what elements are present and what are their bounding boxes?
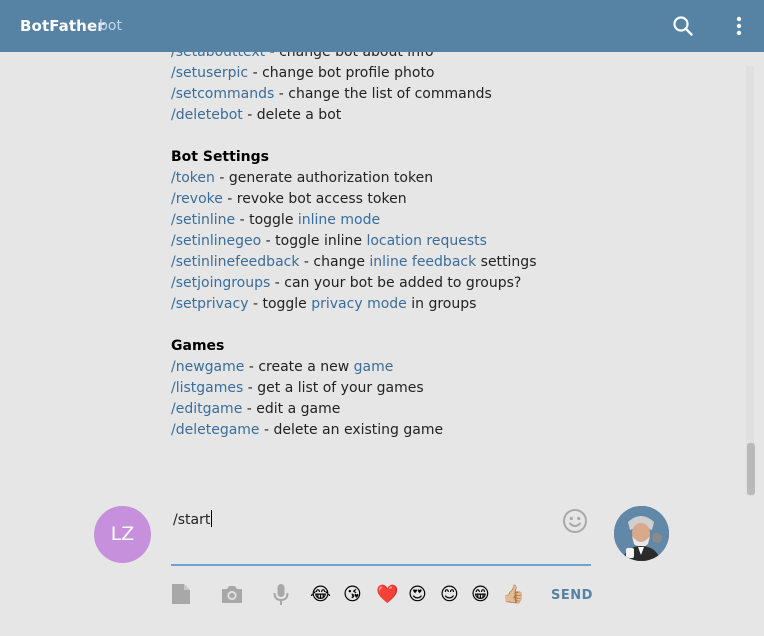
- message-history[interactable]: /setabouttext - change bot about info /s…: [0, 52, 764, 496]
- help-link[interactable]: inline feedback: [369, 254, 476, 270]
- command-line: /setuserpic - change bot profile photo: [171, 65, 435, 81]
- scrollbar-track[interactable]: [746, 66, 754, 496]
- scrollbar-thumb[interactable]: [747, 443, 755, 495]
- command-line: /setinlinegeo - toggle inline location r…: [171, 233, 487, 249]
- emoji-picker-icon[interactable]: [562, 508, 588, 534]
- command-line: /listgames - get a list of your games: [171, 380, 424, 396]
- search-icon[interactable]: [672, 15, 694, 37]
- camera-icon[interactable]: [220, 583, 244, 605]
- help-link[interactable]: inline mode: [298, 212, 380, 228]
- emoji-heart-eyes[interactable]: 😍: [408, 584, 427, 606]
- command-link[interactable]: /newgame: [171, 359, 244, 375]
- command-link[interactable]: /setjoingroups: [171, 275, 270, 291]
- command-link[interactable]: /setabouttext: [171, 52, 265, 60]
- help-link[interactable]: privacy mode: [311, 296, 407, 312]
- command-link[interactable]: /editgame: [171, 401, 242, 417]
- command-link[interactable]: /deletegame: [171, 422, 260, 438]
- command-line: /setabouttext - change bot about info: [171, 52, 536, 63]
- command-line: /setinlinefeedback - change inline feedb…: [171, 254, 537, 270]
- chat-title[interactable]: BotFather: [20, 17, 105, 35]
- command-line: /deletegame - delete an existing game: [171, 422, 444, 438]
- command-line: /token - generate authorization token: [171, 170, 434, 186]
- emoji-blush[interactable]: 😊: [440, 584, 459, 606]
- command-link[interactable]: /deletebot: [171, 107, 243, 123]
- chat-header: BotFather bot: [0, 0, 764, 52]
- command-link[interactable]: /setuserpic: [171, 65, 248, 81]
- composer-toolbar: 😂 😘 ❤️ 😍 😊 😁 👍🏼 SEND: [0, 582, 764, 612]
- command-line: /editgame - edit a game: [171, 401, 341, 417]
- command-link[interactable]: /listgames: [171, 380, 243, 396]
- message-input[interactable]: /start: [171, 506, 591, 566]
- microphone-icon[interactable]: [272, 583, 290, 607]
- section-title-games: Games: [171, 338, 225, 354]
- message-composer: LZ /start 😂 😘 ❤️ 😍 😊 😁 👍🏼 SEND: [0, 496, 764, 636]
- command-line: /deletebot - delete a bot: [171, 107, 342, 123]
- command-link[interactable]: /setcommands: [171, 86, 274, 102]
- more-vertical-icon[interactable]: [729, 15, 749, 37]
- message-input-text[interactable]: /start: [173, 510, 213, 528]
- command-line: /setjoingroups - can your bot be added t…: [171, 275, 522, 291]
- command-link[interactable]: /setinlinegeo: [171, 233, 261, 249]
- emoji-kiss[interactable]: 😘: [343, 584, 362, 606]
- emoji-joy[interactable]: 😂: [310, 584, 331, 606]
- botfather-portrait-icon: [614, 506, 669, 561]
- bot-avatar[interactable]: [614, 506, 669, 561]
- emoji-thumbs-up[interactable]: 👍🏼: [502, 584, 524, 606]
- command-line: /revoke - revoke bot access token: [171, 191, 407, 207]
- send-button[interactable]: SEND: [551, 588, 593, 603]
- command-link[interactable]: /setinline: [171, 212, 235, 228]
- file-icon[interactable]: [171, 583, 191, 605]
- user-avatar[interactable]: LZ: [94, 506, 151, 563]
- bot-message: /setabouttext - change bot about info /s…: [171, 52, 536, 441]
- chat-subtitle: bot: [99, 18, 122, 34]
- emoji-grin[interactable]: 😁: [471, 584, 490, 606]
- help-link[interactable]: game: [354, 359, 394, 375]
- command-link[interactable]: /revoke: [171, 191, 223, 207]
- command-line: /setinline - toggle inline mode: [171, 212, 381, 228]
- help-link[interactable]: location requests: [366, 233, 487, 249]
- command-line: /newgame - create a new game: [171, 359, 394, 375]
- command-link[interactable]: /setinlinefeedback: [171, 254, 299, 270]
- text-caret: [211, 510, 213, 527]
- section-title-bot-settings: Bot Settings: [171, 149, 269, 165]
- command-link[interactable]: /token: [171, 170, 215, 186]
- command-link[interactable]: /setprivacy: [171, 296, 249, 312]
- command-line: /setcommands - change the list of comman…: [171, 86, 492, 102]
- command-line: /setprivacy - toggle privacy mode in gro…: [171, 296, 477, 312]
- emoji-heart[interactable]: ❤️: [376, 584, 398, 606]
